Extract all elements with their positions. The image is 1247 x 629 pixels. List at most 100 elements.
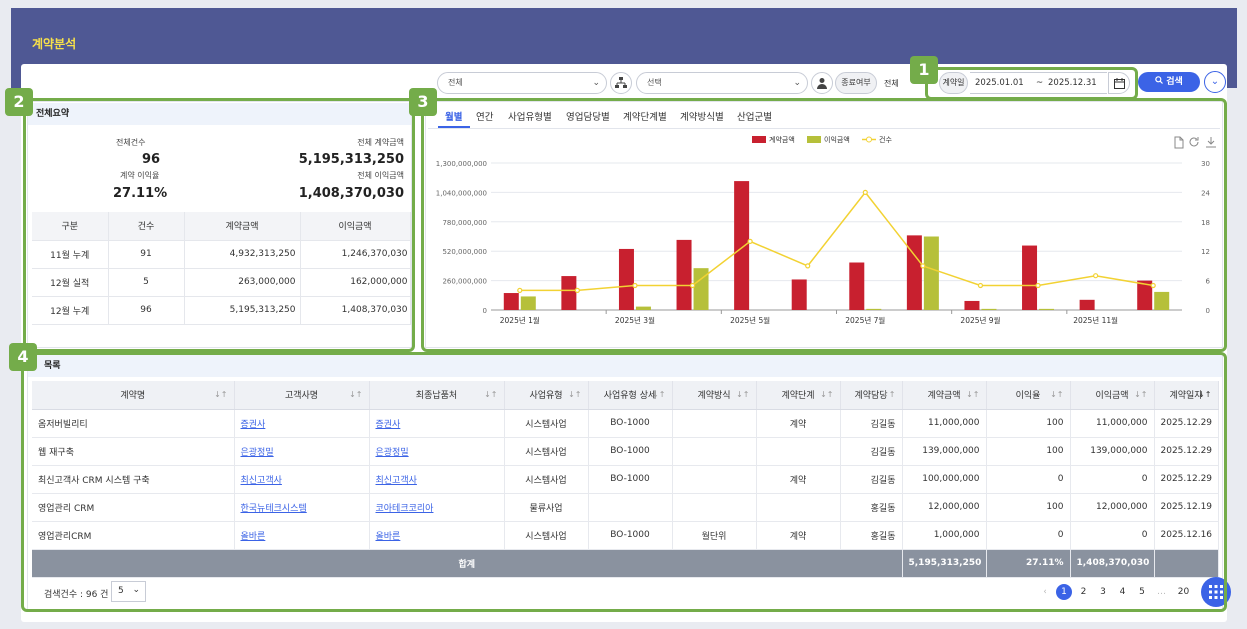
col-profit[interactable]: 이익금액 ↓↑ [1070, 381, 1155, 410]
page-20[interactable]: 20 [1176, 584, 1192, 600]
page-size-select[interactable]: 5 ⌄ [111, 581, 146, 602]
sort-icon[interactable]: ↓↑ [820, 390, 833, 399]
monthly-chart: 0 260,000,000 520,000,000 780,000,000 1,040,… [436, 135, 1216, 325]
org-tree-icon[interactable] [610, 72, 632, 94]
chevron-down-icon: ⌄ [793, 78, 801, 88]
table-cell[interactable]: 한국뉴테크시스템 [234, 493, 370, 522]
customer-link[interactable]: 올바른 [241, 532, 266, 542]
user-icon[interactable] [811, 72, 833, 94]
table-cell: 시스템사업 [504, 437, 589, 466]
search-button[interactable]: 검색 [1138, 72, 1200, 92]
sort-icon[interactable]: ↓↑ [882, 390, 895, 399]
sort-icon[interactable]: ↓↑ [736, 390, 749, 399]
summary-col-category: 구분 [32, 212, 109, 241]
delivery-link[interactable]: 올바른 [376, 532, 401, 542]
delivery-link[interactable]: 증권사 [376, 420, 401, 430]
end-status-value[interactable]: 전체 [884, 78, 899, 89]
customer-link[interactable]: 증권사 [241, 420, 266, 430]
date-range-field[interactable]: 2025.01.01 ~ 2025.12.31 [970, 72, 1107, 94]
tab-business-type[interactable]: 사업유형별 [508, 109, 552, 123]
column-label: 계약명 [120, 391, 146, 402]
col-biz-type[interactable]: 사업유형 ↓↑ [504, 381, 589, 410]
column-label: 사업유형 [529, 391, 563, 402]
table-cell[interactable]: 최신고객사 [369, 465, 505, 494]
column-label: 사업유형 상세 [603, 391, 657, 402]
col-amount[interactable]: 계약금액 ↓↑ [902, 381, 987, 410]
table-row[interactable]: 영업관리CRM 올바른 올바른 시스템사업 BO-1000 월단위 계약 홍길동 1,000,0… [32, 521, 1219, 550]
delivery-link[interactable]: 코아테크코리아 [376, 504, 434, 514]
table-cell: BO-1000 [588, 521, 673, 550]
col-biz-detail[interactable]: 사업유형 상세 ↓↑ [588, 381, 673, 410]
total-count-value: 96 [142, 152, 161, 167]
table-row[interactable]: 웹 재구축 은광정밀 은광정밀 시스템사업 BO-1000 김길동 139,000,000 1… [32, 437, 1219, 466]
calendar-icon[interactable] [1108, 72, 1130, 94]
tab-contract-stage[interactable]: 계약단계별 [623, 109, 667, 123]
filter-select-1[interactable]: 전체 ⌄ [437, 72, 607, 94]
tab-industry[interactable]: 산업군별 [737, 109, 772, 123]
table-row[interactable]: 영업관리 CRM 한국뉴테크시스템 코아테크코리아 물류사업 홍길동 12,000,000… [32, 493, 1219, 522]
count-point [920, 263, 926, 269]
legend-swatch [866, 136, 872, 143]
col-method[interactable]: 계약방식 ↓↑ [672, 381, 757, 410]
table-cell[interactable]: 코아테크코리아 [369, 493, 505, 522]
delivery-link[interactable]: 은광정밀 [376, 448, 409, 458]
col-delivery[interactable]: 최종납품처 ↓↑ [369, 381, 505, 410]
tab-contract-method[interactable]: 계약방식별 [680, 109, 724, 123]
summary-cell: 11월 누계 [32, 240, 109, 269]
sort-icon[interactable]: ↓↑ [568, 390, 581, 399]
tab-monthly[interactable]: 월별 [445, 109, 462, 123]
summary-cell: 91 [108, 240, 185, 269]
table-cell[interactable]: 증권사 [369, 409, 505, 438]
table-cell[interactable]: 최신고객사 [234, 465, 370, 494]
sort-icon[interactable]: ↓↑ [1050, 390, 1063, 399]
table-cell: BO-1000 [588, 465, 673, 494]
legend-swatch [752, 136, 766, 143]
badge-2: 2 [5, 88, 33, 116]
grid-menu-icon[interactable] [1201, 577, 1231, 607]
table-cell[interactable]: 은광정밀 [369, 437, 505, 466]
customer-link[interactable]: 최신고객사 [241, 476, 282, 486]
table-row: 12월 누계 96 5,195,313,250 1,408,370,030 [32, 296, 411, 325]
table-row[interactable]: 옴저버빌리티 증권사 증권사 시스템사업 BO-1000 계약 김길동 11,000,000 1… [32, 409, 1219, 438]
sort-icon[interactable]: ↓↑ [1198, 390, 1211, 399]
sort-icon[interactable]: ↓↑ [484, 390, 497, 399]
sort-icon[interactable]: ↓↑ [349, 390, 362, 399]
table-cell[interactable]: 증권사 [234, 409, 370, 438]
expand-filters-button[interactable]: ⌄ [1204, 71, 1226, 93]
total-rate: 27.11% [986, 549, 1071, 578]
table-cell: 0 [1070, 465, 1155, 494]
date-to: 2025.12.31 [1048, 78, 1097, 88]
col-rep[interactable]: 계약담당 ↓↑ [840, 381, 903, 410]
sort-icon[interactable]: ↓↑ [214, 390, 227, 399]
col-date[interactable]: 계약일자 ↓↑ [1154, 381, 1219, 410]
tab-yearly[interactable]: 연간 [476, 109, 493, 123]
page-5[interactable]: 5 [1134, 584, 1150, 600]
sort-icon[interactable]: ↓↑ [966, 390, 979, 399]
table-cell [588, 493, 673, 522]
page-3[interactable]: 3 [1095, 584, 1111, 600]
page-1[interactable]: 1 [1056, 584, 1072, 600]
table-row[interactable]: 최신고객사 CRM 시스템 구축 최신고객사 최신고객사 시스템사업 BO-1000 계약… [32, 465, 1219, 494]
x-tick-label: 2025년 11월 [1073, 315, 1118, 325]
sort-icon[interactable]: ↓↑ [652, 390, 665, 399]
col-rate[interactable]: 이익율 ↓↑ [986, 381, 1071, 410]
customer-link[interactable]: 은광정밀 [241, 448, 274, 458]
tab-sales-rep[interactable]: 영업담당별 [566, 109, 610, 123]
page-2[interactable]: 2 [1076, 584, 1092, 600]
col-contract-name[interactable]: 계약명 ↓↑ [32, 381, 235, 410]
col-stage[interactable]: 계약단계 ↓↑ [756, 381, 841, 410]
table-cell[interactable]: 은광정밀 [234, 437, 370, 466]
sort-icon[interactable]: ↓↑ [1134, 390, 1147, 399]
customer-link[interactable]: 한국뉴테크시스템 [241, 504, 307, 514]
table-cell[interactable]: 올바른 [369, 521, 505, 550]
prev-page-icon[interactable]: ‹ [1037, 584, 1053, 600]
page-4[interactable]: 4 [1115, 584, 1131, 600]
col-customer[interactable]: 고객사명 ↓↑ [234, 381, 370, 410]
table-cell[interactable]: 올바른 [234, 521, 370, 550]
badge-1: 1 [910, 56, 938, 84]
delivery-link[interactable]: 최신고객사 [376, 476, 417, 486]
filter-select-2[interactable]: 선택 ⌄ [636, 72, 808, 94]
date-from: 2025.01.01 [975, 78, 1024, 88]
table-cell: 12,000,000 [1070, 493, 1155, 522]
table-cell: 김길동 [840, 409, 903, 438]
